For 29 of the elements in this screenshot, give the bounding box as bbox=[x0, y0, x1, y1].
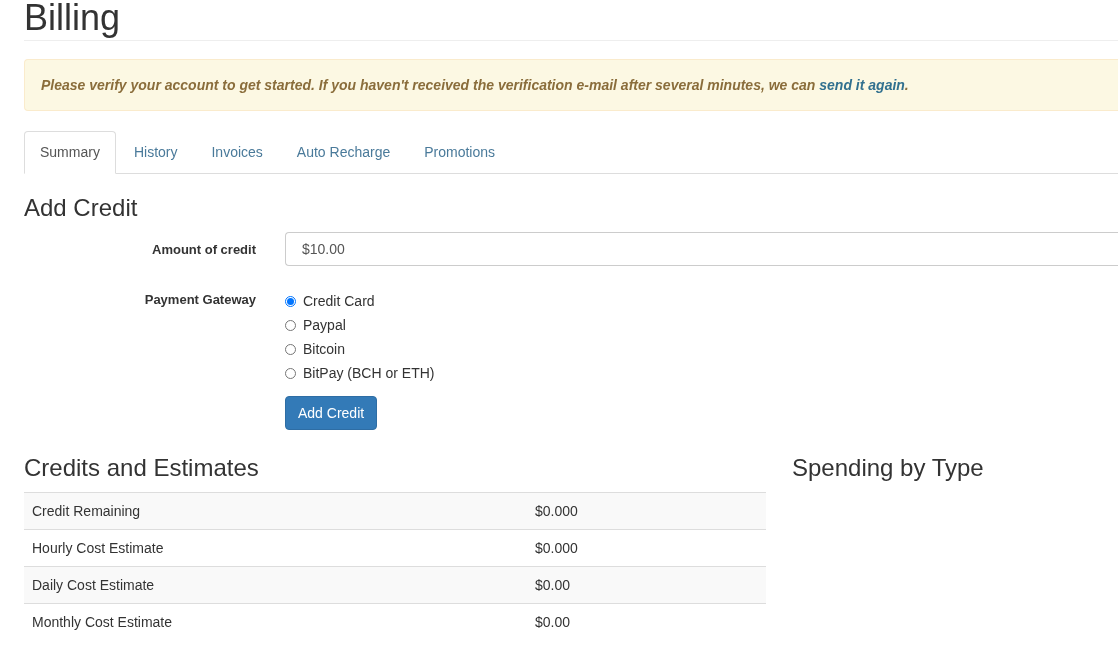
tab[interactable]: History bbox=[117, 131, 194, 174]
radio-button[interactable] bbox=[285, 343, 296, 355]
radio-label: BitPay (BCH or ETH) bbox=[303, 365, 435, 381]
add-credit-button[interactable]: Add Credit bbox=[285, 396, 378, 430]
tab[interactable]: Invoices bbox=[195, 131, 279, 174]
radio-button[interactable] bbox=[285, 295, 296, 307]
amount-field[interactable]: $10.00 bbox=[285, 232, 1118, 266]
radio-label: Credit Card bbox=[303, 293, 375, 309]
payment-gateway-label: Payment Gateway bbox=[143, 291, 256, 307]
spending-heading: Spending by Type bbox=[792, 454, 984, 483]
table-cell: Credit Remaining bbox=[24, 492, 527, 530]
radio-button[interactable] bbox=[285, 319, 296, 331]
table-cell: Daily Cost Estimate bbox=[24, 566, 527, 604]
table-cell: Monthly Cost Estimate bbox=[24, 603, 527, 640]
tab[interactable]: Auto Recharge bbox=[280, 131, 407, 174]
tab[interactable]: Summary bbox=[24, 131, 116, 174]
amount-label: Amount of credit bbox=[151, 241, 256, 257]
table-cell: $0.00 bbox=[527, 603, 766, 640]
credits-heading: Credits and Estimates bbox=[24, 454, 260, 482]
resend-link[interactable]: send it again bbox=[819, 77, 905, 93]
radio-label: Paypal bbox=[303, 317, 346, 333]
tab[interactable]: Promotions bbox=[408, 131, 512, 174]
verification-alert: Please verify your account to get started. If you haven't received the verification e-mail after several minutes, we can send it again. bbox=[24, 59, 1118, 111]
table-cell: $0.00 bbox=[527, 566, 766, 604]
radio-button[interactable] bbox=[285, 367, 296, 379]
radio-label: Bitcoin bbox=[303, 341, 346, 357]
page-title: Billing bbox=[24, 0, 1118, 41]
add-credit-heading: Add Credit bbox=[24, 194, 139, 222]
table-cell: $0.000 bbox=[527, 492, 766, 530]
